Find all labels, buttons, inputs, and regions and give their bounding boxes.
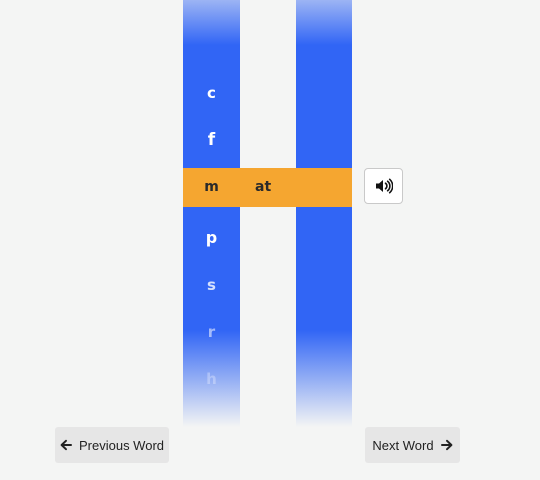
previous-word-button[interactable]: Previous Word: [55, 427, 169, 463]
speaker-volume-icon: [375, 178, 393, 194]
play-sound-button[interactable]: [364, 168, 403, 204]
previous-word-label: Previous Word: [78, 437, 164, 453]
word-rime: at: [255, 179, 272, 195]
onset-letter[interactable]: f: [183, 130, 240, 150]
onset-letter[interactable]: c: [183, 84, 240, 102]
selected-onset-letter: m: [204, 179, 219, 195]
onset-letter[interactable]: s: [183, 276, 240, 294]
onset-letter-list[interactable]: c f p s r h: [183, 0, 240, 427]
rime-reel: [296, 0, 352, 427]
arrow-left-icon: [60, 439, 72, 451]
next-word-button[interactable]: Next Word: [365, 427, 460, 463]
onset-letter[interactable]: h: [183, 370, 240, 388]
arrow-right-icon: [440, 439, 453, 451]
onset-letter[interactable]: p: [183, 228, 240, 247]
word-selection-band: m at: [183, 168, 352, 207]
next-word-label: Next Word: [372, 437, 434, 453]
onset-letter[interactable]: r: [183, 323, 240, 341]
